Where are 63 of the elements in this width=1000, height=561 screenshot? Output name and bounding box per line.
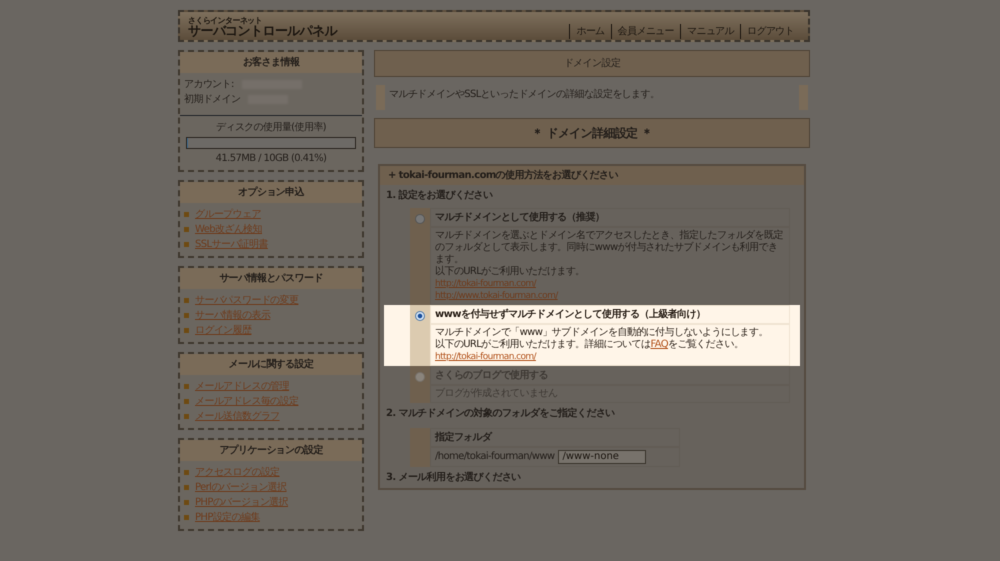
- folder-label: 指定フォルダ: [430, 428, 680, 447]
- menu-link[interactable]: メールアドレスの管理: [195, 379, 290, 394]
- folder-path: /home/tokai-fourman/www: [435, 451, 554, 463]
- bullet-icon: [184, 298, 189, 303]
- menu-link[interactable]: PHPのバージョン選択: [195, 495, 288, 510]
- menu-link[interactable]: メール送信数グラフ: [195, 409, 280, 424]
- section-title: ＊ ドメイン詳細設定 ＊: [374, 118, 810, 148]
- form-title: + tokai-fourman.comの使用方法をお選びください: [380, 166, 804, 185]
- menu-link[interactable]: メールアドレス毎の設定: [195, 394, 298, 409]
- bullet-icon: [184, 384, 189, 389]
- step-heading: 3. メール利用をお選びください: [385, 470, 522, 485]
- field-label: 初期ドメイン: [184, 92, 240, 107]
- field-label: アカウント:: [184, 78, 234, 92]
- panel-title: オプション申込: [180, 182, 362, 203]
- bullet-icon: [184, 485, 189, 490]
- radio-button[interactable]: [415, 214, 425, 224]
- bullet-icon: [184, 242, 189, 247]
- option-title: wwwを付与せずマルチドメインとして使用する（上級者向け）: [430, 305, 790, 324]
- bullet-icon: [184, 500, 189, 505]
- folder-input[interactable]: /www-none: [558, 450, 646, 464]
- page-title: ドメイン設定: [374, 50, 810, 77]
- nav-link[interactable]: ホーム: [569, 24, 611, 39]
- bullet-icon: [184, 313, 189, 318]
- nav-link[interactable]: 会員メニュー: [610, 24, 680, 39]
- menu-link[interactable]: サーバパスワードの変更: [195, 293, 298, 308]
- disk-usage-reading: 41.57MB / 10GB (0.41%): [214, 152, 328, 166]
- bullet-icon: [184, 328, 189, 333]
- bullet-icon: [184, 470, 189, 475]
- menu-link[interactable]: ログイン履歴: [195, 323, 252, 338]
- intro-text: マルチドメインやSSLといったドメインの詳細な設定をします。: [389, 89, 660, 100]
- menu-link[interactable]: グループウェア: [195, 207, 261, 222]
- panel-title: メールに関する設定: [180, 354, 362, 375]
- option-title: マルチドメインとして使用する（推奨）: [430, 208, 790, 227]
- bullet-icon: [184, 399, 189, 404]
- step-heading: 2. マルチドメインの対象のフォルダをご指定ください: [385, 406, 616, 421]
- menu-link[interactable]: Web改ざん検知: [195, 222, 262, 237]
- menu-link[interactable]: アクセスログの設定: [195, 465, 280, 480]
- panel-title: サーバ情報とパスワード: [180, 268, 362, 289]
- brand-title: サーバコントロールパネル: [188, 24, 337, 39]
- url-link[interactable]: http://tokai-fourman.com/: [435, 352, 536, 362]
- nav-link[interactable]: マニュアル: [680, 24, 740, 39]
- url-link[interactable]: http://www.tokai-fourman.com/: [435, 291, 558, 301]
- panel-title: アプリケーションの設定: [180, 440, 362, 461]
- description-text: 以下のURLがご利用いただけます。: [435, 266, 586, 278]
- bullet-icon: [184, 414, 189, 419]
- menu-link[interactable]: SSLサーバ証明書: [195, 237, 268, 252]
- panel-title: お客さま情報: [180, 52, 362, 73]
- bullet-icon: [184, 227, 189, 232]
- step-heading: 1. 設定をお選びください: [385, 188, 494, 203]
- bullet-icon: [184, 212, 189, 217]
- nav-link[interactable]: ログアウト: [740, 24, 800, 39]
- menu-link[interactable]: サーバ情報の表示: [195, 308, 270, 323]
- faq-link[interactable]: FAQ: [650, 339, 668, 350]
- menu-link[interactable]: Perlのバージョン選択: [195, 480, 287, 495]
- radio-button[interactable]: [415, 311, 425, 321]
- description-text: 以下のURLがご利用いただけます。詳細についてはFAQをご覧ください。: [435, 339, 744, 351]
- disk-usage-label: ディスクの使用量(使用率): [214, 120, 327, 135]
- url-link[interactable]: http://tokai-fourman.com/: [435, 279, 536, 289]
- brand-subtitle: さくらインターネット: [188, 16, 264, 25]
- description-text: マルチドメインで「www」サブドメインを自動的に付与しないようにします。: [435, 327, 769, 338]
- description-text: マルチドメインを選ぶとドメイン名でアクセスしたとき、指定したフォルダを既定のフォルダとして表示します。同時にwwwが付与されたサブドメインも利用できます。: [435, 230, 784, 266]
- bullet-icon: [184, 515, 189, 520]
- menu-link[interactable]: PHP設定の編集: [195, 510, 260, 525]
